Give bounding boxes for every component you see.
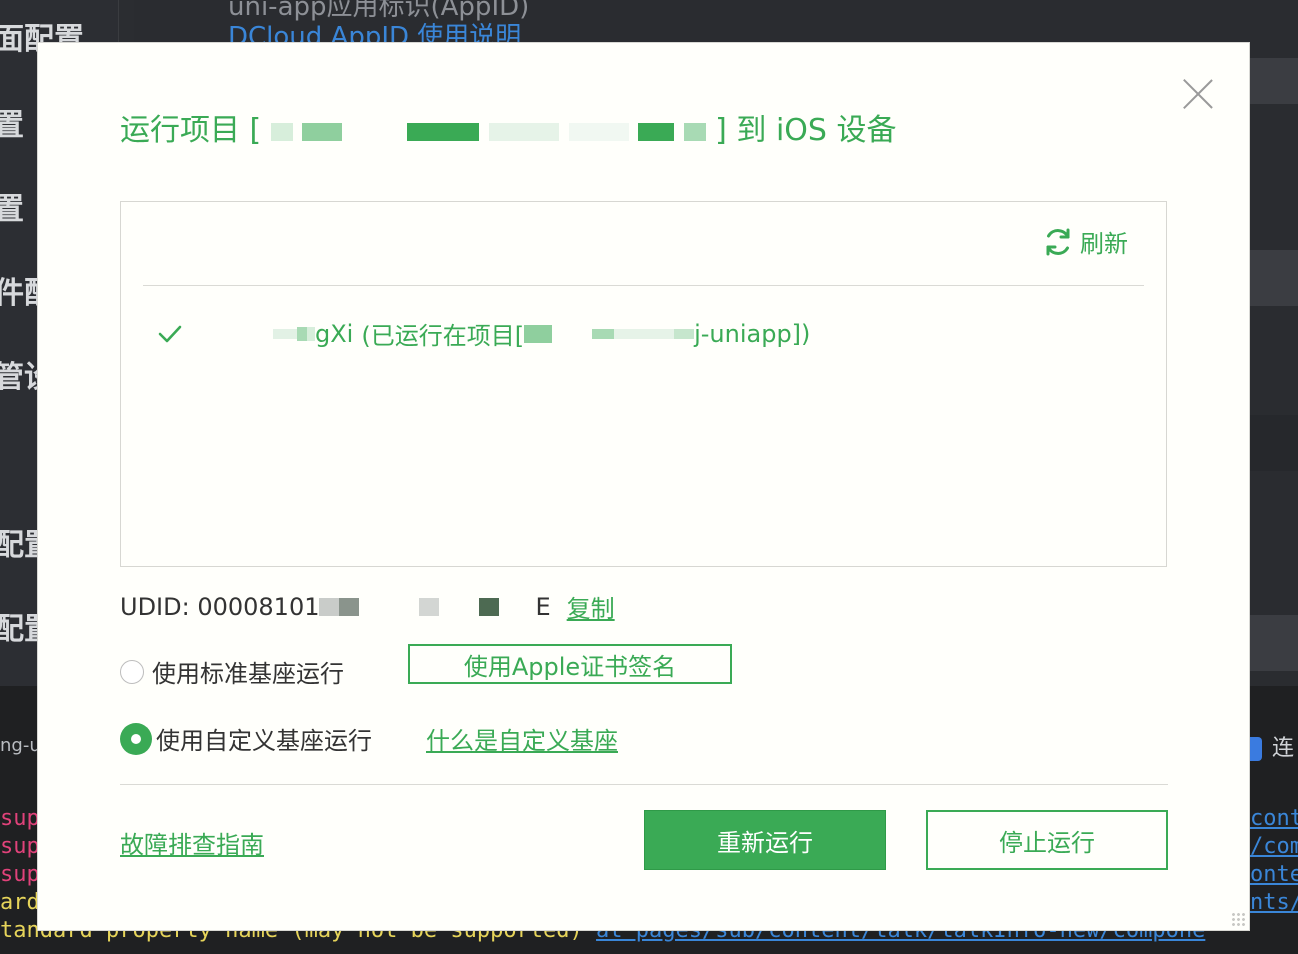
copy-udid-link[interactable]: 复制 bbox=[567, 589, 615, 624]
redacted-mask bbox=[270, 122, 293, 141]
redacted-mask bbox=[488, 122, 559, 141]
ide-row-highlight bbox=[1250, 615, 1298, 671]
log-link[interactable]: cont bbox=[1250, 806, 1298, 831]
stop-button[interactable]: 停止运行 bbox=[926, 810, 1168, 870]
dialog-title-suffix: ] 到 iOS 设备 bbox=[715, 113, 897, 148]
check-icon bbox=[158, 325, 182, 342]
console-tab[interactable]: ng-u bbox=[0, 735, 41, 756]
apple-sign-button[interactable]: 使用Apple证书签名 bbox=[408, 644, 732, 684]
ide-row-highlight bbox=[1250, 58, 1298, 104]
redacted-mask bbox=[568, 122, 629, 141]
radio-standard-label: 使用标准基座运行 bbox=[152, 660, 344, 688]
redacted-mask bbox=[352, 123, 398, 141]
udid-row: UDID: 00008101 E 复制 bbox=[120, 589, 615, 624]
what-is-custom-base-link[interactable]: 什么是自定义基座 bbox=[426, 721, 618, 756]
redacted-mask bbox=[223, 325, 273, 343]
log-line: sup bbox=[0, 806, 40, 831]
redacted-mask bbox=[407, 122, 480, 141]
redacted-mask bbox=[359, 598, 419, 616]
run-on-ios-dialog: 运行项目 [ ] 到 iOS 设备 刷新 gXi (已运行在项目[j-unia… bbox=[38, 43, 1249, 930]
redacted-mask bbox=[683, 122, 706, 141]
redacted-mask bbox=[479, 597, 500, 616]
log-link[interactable]: nts/ bbox=[1250, 890, 1298, 915]
redacted-mask bbox=[592, 328, 615, 339]
udid-tail: E bbox=[535, 592, 551, 621]
radio-custom-label: 使用自定义基座运行 bbox=[156, 727, 372, 755]
log-line: sup bbox=[0, 834, 40, 859]
redacted-mask bbox=[273, 328, 297, 339]
radio-custom-base[interactable]: 使用自定义基座运行 bbox=[120, 721, 372, 756]
redacted-mask bbox=[419, 597, 440, 616]
radio-standard-base[interactable]: 使用标准基座运行 bbox=[120, 654, 344, 689]
radio-icon-checked[interactable] bbox=[120, 722, 152, 755]
dialog-title-prefix: 运行项目 [ bbox=[120, 113, 262, 148]
redacted-mask bbox=[319, 597, 340, 616]
log-link[interactable]: /com bbox=[1250, 834, 1298, 859]
troubleshooting-guide-link[interactable]: 故障排查指南 bbox=[120, 825, 264, 860]
sidebar-item[interactable]: 置 bbox=[0, 100, 24, 144]
device-item[interactable]: gXi (已运行在项目[ j-uniapp]) bbox=[157, 316, 810, 351]
redacted-mask bbox=[638, 122, 675, 141]
log-line: sup bbox=[0, 862, 40, 887]
log-line: ard bbox=[0, 890, 40, 915]
console-toggle-label: 连 bbox=[1272, 736, 1295, 761]
close-icon[interactable] bbox=[1181, 77, 1215, 111]
redacted-mask bbox=[339, 597, 360, 616]
redacted-mask bbox=[499, 598, 535, 616]
refresh-button[interactable]: 刷新 bbox=[1042, 224, 1128, 259]
ide-row-highlight bbox=[1250, 415, 1298, 471]
ide-row-highlight bbox=[1250, 250, 1298, 306]
redacted-mask bbox=[297, 326, 307, 341]
redacted-mask bbox=[307, 326, 315, 341]
device-name: gXi bbox=[315, 319, 354, 348]
redacted-mask bbox=[674, 328, 695, 339]
device-status-suffix: j-uniapp]) bbox=[694, 319, 811, 348]
udid-label: UDID: 00008101 bbox=[120, 592, 320, 621]
radio-icon-unchecked[interactable] bbox=[120, 659, 144, 684]
redacted-mask bbox=[614, 328, 675, 339]
divider bbox=[143, 285, 1144, 286]
device-list: 刷新 gXi (已运行在项目[ j-uniapp]) bbox=[120, 201, 1167, 567]
divider bbox=[120, 784, 1168, 785]
dialog-title: 运行项目 [ ] 到 iOS 设备 bbox=[120, 105, 896, 149]
refresh-label: 刷新 bbox=[1080, 230, 1128, 258]
refresh-icon bbox=[1046, 228, 1070, 255]
redacted-mask bbox=[439, 598, 479, 616]
redacted-mask bbox=[302, 122, 343, 141]
redacted-mask bbox=[524, 324, 553, 343]
resize-grip-icon[interactable] bbox=[1231, 912, 1245, 926]
device-status-prefix: (已运行在项目[ bbox=[361, 322, 525, 350]
log-link[interactable]: onte bbox=[1250, 862, 1298, 887]
sidebar-item[interactable]: 置 bbox=[0, 184, 24, 228]
rerun-button[interactable]: 重新运行 bbox=[644, 810, 886, 870]
redacted-mask bbox=[552, 325, 592, 343]
console-toggle[interactable]: 连 bbox=[1242, 730, 1294, 762]
